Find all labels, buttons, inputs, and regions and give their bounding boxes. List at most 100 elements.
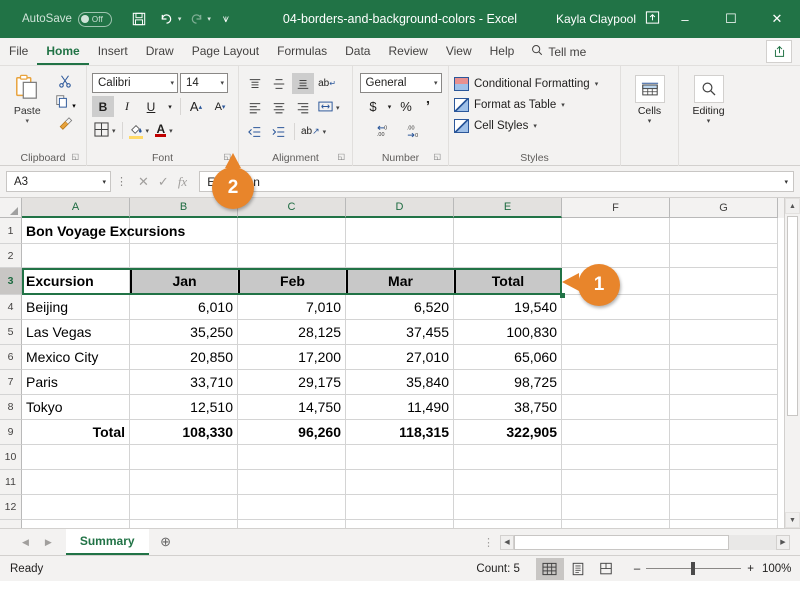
cut-icon[interactable] xyxy=(58,74,72,91)
tab-draw[interactable]: Draw xyxy=(137,38,183,65)
row-header-13[interactable]: 13 xyxy=(0,520,22,528)
cell-E11[interactable] xyxy=(454,470,562,495)
cell-G8[interactable] xyxy=(670,395,778,420)
editing-dropdown-icon[interactable]: ▾ xyxy=(707,117,711,125)
scroll-up-icon[interactable]: ▲ xyxy=(785,198,800,214)
ribbon-display-options-icon[interactable] xyxy=(645,10,660,28)
align-left-button[interactable] xyxy=(244,97,266,118)
cell-C12[interactable] xyxy=(238,495,346,520)
cell-E9[interactable]: 322,905 xyxy=(454,420,562,445)
vertical-scroll-thumb[interactable] xyxy=(787,216,798,416)
paste-button[interactable]: Paste ▾ xyxy=(5,70,49,125)
alignment-dialog-launcher-icon[interactable]: ◱ xyxy=(337,149,345,165)
editing-button[interactable]: Editing ▾ xyxy=(684,70,733,125)
font-name-dropdown-icon[interactable]: ▾ xyxy=(170,79,174,87)
cell-B5[interactable]: 35,250 xyxy=(130,320,238,345)
row-header-6[interactable]: 6 xyxy=(0,345,22,370)
row-header-9[interactable]: 9 xyxy=(0,420,22,445)
tab-review[interactable]: Review xyxy=(379,38,436,65)
zoom-slider-thumb[interactable] xyxy=(691,562,695,575)
cell-B12[interactable] xyxy=(130,495,238,520)
cell-F12[interactable] xyxy=(562,495,670,520)
cell-F6[interactable] xyxy=(562,345,670,370)
cell-B6[interactable]: 20,850 xyxy=(130,345,238,370)
cell-A6[interactable]: Mexico City xyxy=(22,345,130,370)
cell-A7[interactable]: Paris xyxy=(22,370,130,395)
format-painter-icon[interactable] xyxy=(58,117,73,134)
underline-button[interactable]: U xyxy=(140,96,162,117)
cell-B4[interactable]: 6,010 xyxy=(130,295,238,320)
cell-A11[interactable] xyxy=(22,470,130,495)
cell-B2[interactable] xyxy=(130,244,238,268)
middle-align-button[interactable] xyxy=(268,73,290,94)
horizontal-scrollbar[interactable]: ◀ ▶ xyxy=(500,535,790,550)
minimize-button[interactable]: – xyxy=(662,0,708,38)
zoom-out-button[interactable]: – xyxy=(634,563,640,575)
column-header-g[interactable]: G xyxy=(670,198,778,218)
cell-D4[interactable]: 6,520 xyxy=(346,295,454,320)
previous-sheet-icon[interactable]: ◀ xyxy=(22,537,29,548)
scroll-down-icon[interactable]: ▼ xyxy=(785,512,800,528)
align-right-button[interactable] xyxy=(292,97,314,118)
cell-B13[interactable] xyxy=(130,520,238,528)
zoom-slider-track[interactable] xyxy=(646,568,741,569)
cell-F1[interactable] xyxy=(562,218,670,244)
cell-A8[interactable]: Tokyo xyxy=(22,395,130,420)
cell-F8[interactable] xyxy=(562,395,670,420)
tab-formulas[interactable]: Formulas xyxy=(268,38,336,65)
paste-dropdown-icon[interactable]: ▾ xyxy=(25,117,29,125)
maximize-button[interactable]: ☐ xyxy=(708,0,754,38)
cell-E2[interactable] xyxy=(454,244,562,268)
cell-B3[interactable]: Jan xyxy=(130,268,238,295)
cells-dropdown-icon[interactable]: ▾ xyxy=(648,117,652,125)
user-name[interactable]: Kayla Claypool xyxy=(556,12,636,26)
row-header-3[interactable]: 3 xyxy=(0,268,22,295)
horizontal-scroll-track[interactable] xyxy=(514,535,776,550)
orientation-button[interactable]: ab↵ xyxy=(316,73,338,94)
decrease-font-size-button[interactable]: A▾ xyxy=(209,96,231,117)
number-dialog-launcher-icon[interactable]: ◱ xyxy=(433,149,441,165)
cell-E1[interactable] xyxy=(454,218,562,244)
tab-view[interactable]: View xyxy=(437,38,481,65)
cell-E13[interactable] xyxy=(454,520,562,528)
accounting-format-button[interactable]: $ xyxy=(362,96,384,117)
cell-D1[interactable] xyxy=(346,218,454,244)
font-name-combo[interactable]: Calibri ▾ xyxy=(92,73,178,93)
cell-A3[interactable]: Excursion xyxy=(22,268,130,295)
formula-bar-expand-icon[interactable]: ▾ xyxy=(784,178,788,186)
name-box-dropdown-icon[interactable]: ▾ xyxy=(102,178,106,186)
cell-B10[interactable] xyxy=(130,445,238,470)
number-format-dropdown-icon[interactable]: ▾ xyxy=(434,79,438,87)
cells-button[interactable]: Cells ▾ xyxy=(626,70,673,125)
bottom-align-button[interactable] xyxy=(292,73,314,94)
cell-B9[interactable]: 108,330 xyxy=(130,420,238,445)
underline-dropdown-icon[interactable]: ▾ xyxy=(164,96,176,117)
cell-C10[interactable] xyxy=(238,445,346,470)
cell-B11[interactable] xyxy=(130,470,238,495)
column-header-f[interactable]: F xyxy=(562,198,670,218)
cell-G1[interactable] xyxy=(670,218,778,244)
percent-format-button[interactable]: % xyxy=(395,96,417,117)
cell-D9[interactable]: 118,315 xyxy=(346,420,454,445)
autosave-toggle[interactable]: AutoSave Off xyxy=(22,12,112,27)
normal-view-button[interactable] xyxy=(536,558,564,580)
cell-G7[interactable] xyxy=(670,370,778,395)
row-header-7[interactable]: 7 xyxy=(0,370,22,395)
autosave-switch[interactable]: Off xyxy=(78,12,112,27)
cell-E7[interactable]: 98,725 xyxy=(454,370,562,395)
font-size-combo[interactable]: 14 ▾ xyxy=(180,73,228,93)
cell-C13[interactable] xyxy=(238,520,346,528)
clipboard-dialog-launcher-icon[interactable]: ◱ xyxy=(71,149,79,165)
column-header-c[interactable]: C xyxy=(238,198,346,218)
cell-C3[interactable]: Feb xyxy=(238,268,346,295)
next-sheet-icon[interactable]: ▶ xyxy=(45,537,52,548)
row-header-10[interactable]: 10 xyxy=(0,445,22,470)
undo-dropdown-icon[interactable]: ▾ xyxy=(178,15,182,23)
number-format-combo[interactable]: General ▾ xyxy=(360,73,442,93)
row-header-5[interactable]: 5 xyxy=(0,320,22,345)
cell-F2[interactable] xyxy=(562,244,670,268)
formula-input[interactable]: Excursion ▾ xyxy=(199,171,794,192)
cell-D6[interactable]: 27,010 xyxy=(346,345,454,370)
cell-E8[interactable]: 38,750 xyxy=(454,395,562,420)
font-size-dropdown-icon[interactable]: ▾ xyxy=(220,79,224,87)
